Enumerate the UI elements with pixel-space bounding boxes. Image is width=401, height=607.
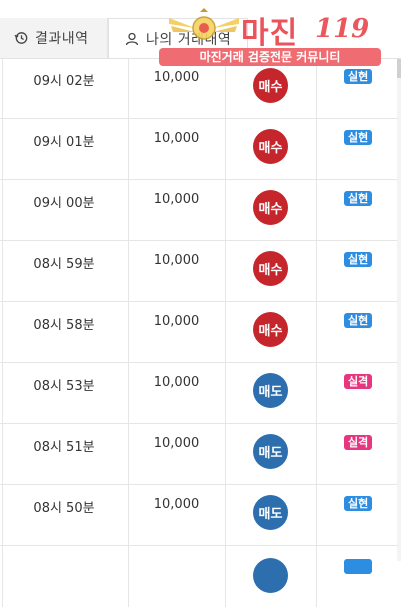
trade-time: 09시 00분 [33,196,95,211]
divider [128,58,129,118]
divider [128,302,129,362]
divider [225,241,226,301]
table-row [0,546,401,607]
table-row: 09시 01분 10,000 매수 실현 [0,119,401,180]
trade-time: 09시 01분 [33,135,95,150]
divider [316,485,317,545]
trade-time: 08시 59분 [33,257,95,272]
trade-action-badge: 매수 [253,68,288,103]
divider [128,241,129,301]
divider [128,119,129,179]
trade-result-badge [344,559,372,574]
trade-action-badge: 매도 [253,495,288,530]
scrollbar-thumb[interactable] [397,58,401,78]
trade-result-badge: 실격 [344,435,373,450]
table-row: 08시 59분 10,000 매수 실현 [0,241,401,302]
trade-action-badge [253,558,288,593]
divider [128,546,129,607]
police-badge-icon [169,8,239,40]
divider [316,424,317,484]
site-logo-watermark: 마진 119 마진거래 검증전문 커뮤니티 [157,6,387,66]
divider [225,180,226,240]
divider [225,302,226,362]
divider [2,546,3,607]
trade-action-badge: 매도 [253,434,288,469]
history-icon [14,32,28,44]
trade-amount: 10,000 [153,253,200,268]
divider [225,424,226,484]
trade-result-badge: 실현 [344,252,373,267]
table-row: 09시 00분 10,000 매수 실현 [0,180,401,241]
trade-time: 08시 50분 [33,501,95,516]
trade-result-badge: 실현 [344,496,373,511]
trade-time: 09시 02분 [33,74,95,89]
trade-action-badge: 매수 [253,312,288,347]
logo-title: 마진 [241,16,299,51]
divider [225,485,226,545]
scrollbar[interactable] [397,58,401,561]
divider [316,180,317,240]
divider [316,363,317,423]
trade-amount: 10,000 [153,131,200,146]
trade-amount: 10,000 [153,375,200,390]
table-row: 08시 53분 10,000 매도 실격 [0,363,401,424]
trade-result-badge: 실현 [344,191,373,206]
divider [225,363,226,423]
trade-result-badge: 실현 [344,313,373,328]
divider [225,119,226,179]
trade-history-list: 09시 02분 10,000 매수 실현 09시 01분 10,000 매수 실… [0,58,401,607]
tab-results[interactable]: 결과내역 [0,18,108,58]
divider [128,424,129,484]
divider [316,58,317,118]
table-row: 08시 58분 10,000 매수 실현 [0,302,401,363]
trade-result-badge: 실격 [344,374,373,389]
trade-time: 08시 53분 [33,379,95,394]
trade-amount: 10,000 [153,436,200,451]
trade-amount: 10,000 [153,192,200,207]
divider [128,485,129,545]
trade-action-badge: 매수 [253,129,288,164]
divider [316,302,317,362]
divider [316,241,317,301]
divider [128,180,129,240]
trade-result-badge: 실현 [344,130,373,145]
divider [316,546,317,607]
logo-number: 119 [315,14,370,44]
trade-result-badge: 실현 [344,69,373,84]
table-row: 08시 50분 10,000 매도 실현 [0,485,401,546]
table-row: 08시 51분 10,000 매도 실격 [0,424,401,485]
divider [316,119,317,179]
trade-amount: 10,000 [153,497,200,512]
trade-amount: 10,000 [153,314,200,329]
logo-banner: 마진거래 검증전문 커뮤니티 [159,48,381,66]
table-row: 09시 02분 10,000 매수 실현 [0,58,401,119]
user-icon [125,32,139,45]
tab-results-label: 결과내역 [35,31,89,47]
divider [225,58,226,118]
trade-amount: 10,000 [153,70,200,85]
trade-action-badge: 매수 [253,251,288,286]
trade-time: 08시 51분 [33,440,95,455]
divider [225,546,226,607]
divider [128,363,129,423]
trade-action-badge: 매도 [253,373,288,408]
trade-time: 08시 58분 [33,318,95,333]
trade-action-badge: 매수 [253,190,288,225]
